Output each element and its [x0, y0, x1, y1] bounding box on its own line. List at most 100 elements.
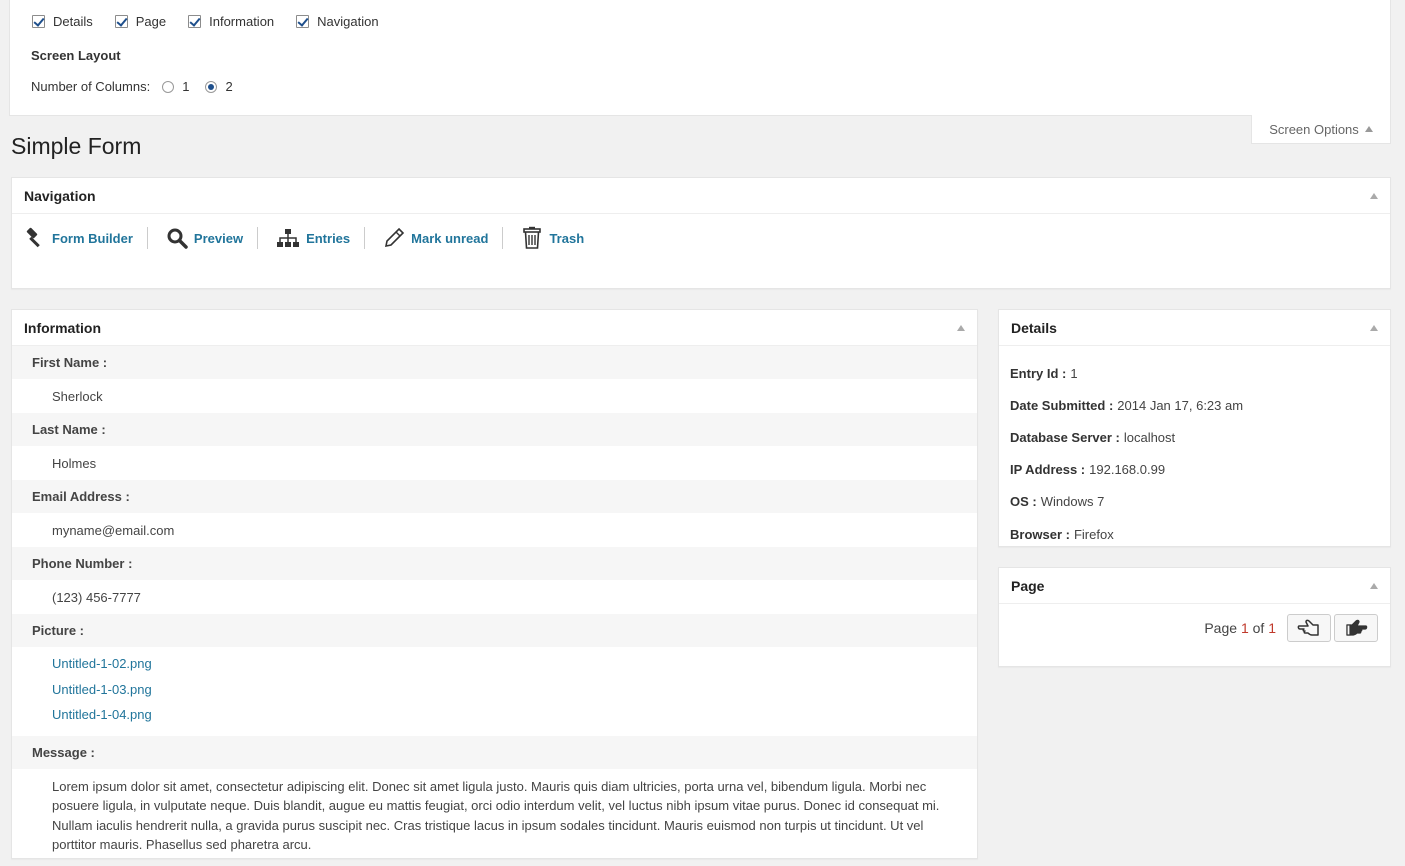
picture-links: Untitled-1-02.png Untitled-1-03.png Unti… — [12, 647, 977, 736]
pagination: Page 1 of 1 — [999, 604, 1390, 652]
detail-label: Database Server : — [1010, 429, 1120, 445]
gavel-icon — [26, 227, 40, 248]
detail-value: Windows 7 — [1040, 494, 1105, 510]
previous-page-button[interactable] — [1287, 614, 1331, 642]
picture-link[interactable]: Untitled-1-03.png — [52, 681, 977, 707]
entries-link[interactable]: Entries — [276, 227, 364, 249]
detail-value: localhost — [1123, 429, 1176, 445]
first-name-value: Sherlock — [52, 388, 103, 404]
screen-options-panel: Details Page Information Navigation Scre… — [9, 0, 1391, 116]
total-pages: 1 — [1268, 620, 1276, 636]
navigation-box: Navigation Form Builder Preview Entries … — [11, 177, 1391, 289]
trash-link[interactable]: Trash — [521, 226, 598, 250]
details-title: Details — [1011, 319, 1057, 336]
detail-label: Date Submitted : — [1010, 397, 1114, 413]
collapse-toggle-icon[interactable] — [1370, 192, 1378, 199]
detail-os: OS : Windows 7 — [1010, 486, 1379, 518]
columns-radio-2[interactable]: 2 — [205, 79, 233, 94]
pencil-icon — [385, 227, 405, 248]
next-page-button[interactable] — [1334, 614, 1378, 642]
form-builder-link[interactable]: Form Builder — [24, 227, 147, 249]
email-value: myname@email.com — [52, 522, 175, 538]
page-indicator: Page 1 of 1 — [1204, 620, 1276, 636]
phone-label: Phone Number : — [12, 547, 977, 580]
detail-value: 192.168.0.99 — [1089, 462, 1166, 478]
detail-ip-address: IP Address : 192.168.0.99 — [1010, 454, 1379, 486]
details-header[interactable]: Details — [999, 310, 1390, 346]
checkbox-navigation[interactable]: Navigation — [296, 14, 379, 29]
divider — [364, 227, 366, 249]
preview-link[interactable]: Preview — [166, 227, 257, 249]
last-name-label: Last Name : — [12, 413, 977, 446]
screen-options-toggle[interactable]: Screen Options — [1251, 115, 1391, 144]
collapse-toggle-icon[interactable] — [957, 324, 965, 331]
link-label: Form Builder — [52, 230, 133, 246]
checkbox-box[interactable] — [32, 15, 45, 28]
detail-date-submitted: Date Submitted : 2014 Jan 17, 6:23 am — [1010, 389, 1379, 421]
detail-label: Browser : — [1010, 526, 1070, 542]
of-word: of — [1252, 620, 1265, 636]
checkbox-label: Navigation — [317, 14, 379, 29]
information-box: Information First Name : Sherlock Last N… — [11, 309, 978, 859]
checkbox-label: Information — [209, 14, 275, 29]
triangle-up-icon — [1364, 126, 1373, 132]
detail-label: OS : — [1010, 494, 1037, 510]
link-label: Preview — [193, 230, 244, 246]
hand-point-right-icon — [1346, 619, 1368, 636]
current-page: 1 — [1240, 620, 1249, 636]
details-body: Entry Id : 1 Date Submitted : 2014 Jan 1… — [999, 346, 1390, 550]
picture-label: Picture : — [12, 614, 977, 647]
picture-link[interactable]: Untitled-1-04.png — [52, 706, 977, 732]
columns-radio-1[interactable]: 1 — [162, 79, 189, 94]
radio-circle[interactable] — [162, 80, 175, 93]
checkbox-box[interactable] — [114, 15, 128, 28]
screen-options-checkboxes: Details Page Information Navigation — [32, 14, 401, 29]
checkbox-details[interactable]: Details — [32, 14, 93, 29]
number-of-columns: Number of Columns: 1 2 — [31, 79, 249, 94]
first-name-label: First Name : — [12, 346, 977, 379]
trash-icon — [523, 226, 542, 249]
link-label: Mark unread — [411, 230, 489, 246]
page-header[interactable]: Page — [999, 568, 1390, 604]
page-box-title: Page — [1011, 577, 1045, 594]
radio-label: 2 — [225, 79, 233, 94]
detail-label: IP Address : — [1010, 462, 1086, 478]
divider — [502, 227, 504, 249]
checkbox-box[interactable] — [296, 15, 310, 28]
navigation-header[interactable]: Navigation — [12, 178, 1390, 214]
checkbox-page[interactable]: Page — [114, 14, 167, 29]
checkbox-box[interactable] — [188, 15, 202, 28]
checkbox-information[interactable]: Information — [188, 14, 274, 29]
search-icon — [167, 228, 188, 249]
link-label: Entries — [306, 230, 351, 246]
phone-value: (123) 456-7777 — [52, 589, 141, 605]
picture-link[interactable]: Untitled-1-02.png — [52, 655, 977, 681]
detail-label: Entry Id : — [1010, 365, 1067, 381]
checkbox-label: Page — [135, 14, 167, 29]
collapse-toggle-icon[interactable] — [1370, 582, 1378, 589]
radio-circle[interactable] — [205, 80, 218, 93]
divider — [146, 227, 148, 249]
message-label: Message : — [12, 735, 977, 769]
hand-point-left-icon — [1297, 619, 1319, 636]
detail-database-server: Database Server : localhost — [1010, 421, 1379, 453]
detail-value: Firefox — [1073, 526, 1114, 542]
sitemap-icon — [277, 229, 300, 247]
collapse-toggle-icon[interactable] — [1370, 324, 1378, 331]
divider — [257, 227, 259, 249]
last-name-value: Holmes — [52, 455, 97, 471]
email-label: Email Address : — [12, 480, 977, 513]
detail-entry-id: Entry Id : 1 — [1010, 357, 1379, 389]
page-title: Simple Form — [11, 133, 142, 159]
detail-value: 2014 Jan 17, 6:23 am — [1117, 397, 1244, 413]
page-word: Page — [1204, 620, 1238, 636]
mark-unread-link[interactable]: Mark unread — [383, 227, 502, 249]
checkbox-label: Details — [53, 14, 93, 29]
radio-label: 1 — [182, 79, 190, 94]
navigation-title: Navigation — [24, 187, 96, 204]
screen-options-tab-label: Screen Options — [1269, 121, 1359, 137]
details-box: Details Entry Id : 1 Date Submitted : 20… — [998, 309, 1391, 547]
detail-value: 1 — [1070, 365, 1078, 381]
page-box: Page Page 1 of 1 — [998, 567, 1391, 667]
information-header[interactable]: Information — [12, 310, 977, 346]
